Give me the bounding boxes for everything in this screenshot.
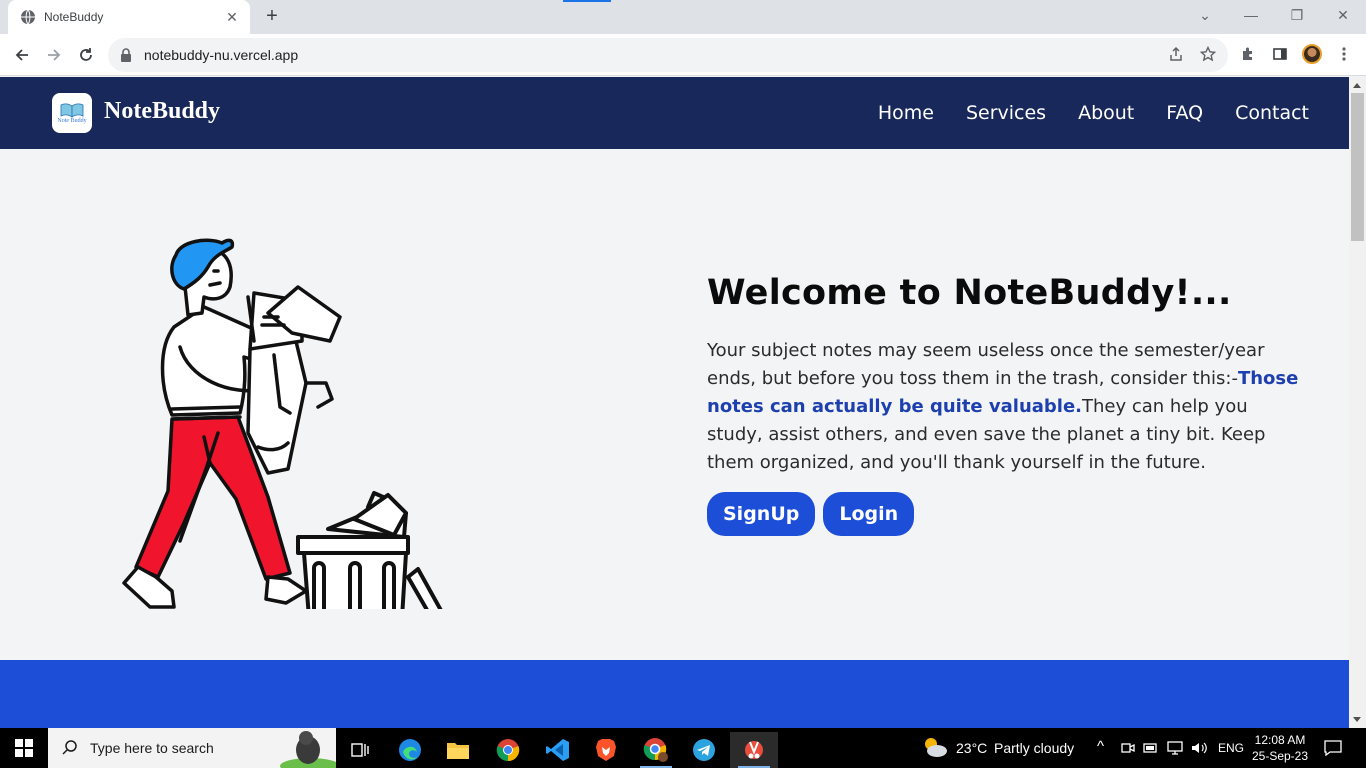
scroll-down-arrow[interactable]: [1353, 717, 1361, 722]
gorilla-icon: [280, 731, 336, 768]
page-scrollbar[interactable]: [1349, 77, 1366, 728]
login-button[interactable]: Login: [823, 492, 915, 536]
hero-text-block: Welcome to NoteBuddy!... Your subject no…: [707, 273, 1307, 536]
tab-close-icon[interactable]: ✕: [224, 9, 240, 26]
file-explorer-icon[interactable]: [434, 732, 482, 768]
bookmark-star-icon[interactable]: [1196, 42, 1220, 66]
signup-button[interactable]: SignUp: [707, 492, 816, 536]
nav-link-about[interactable]: About: [1078, 102, 1134, 124]
volume-icon[interactable]: [1191, 741, 1207, 755]
logo-text: Note Buddy: [57, 118, 87, 124]
page-viewport: Note Buddy NoteBuddy Home Services About…: [0, 77, 1349, 728]
hero-title: Welcome to NoteBuddy!...: [707, 273, 1232, 313]
tab-strip-accent: [563, 0, 611, 2]
show-hidden-icons-icon[interactable]: ^: [1097, 738, 1104, 755]
hero-illustration: [122, 238, 443, 609]
task-view-icon[interactable]: [336, 732, 384, 768]
clock-time: 12:08 AM: [1254, 733, 1306, 747]
nav-link-home[interactable]: Home: [878, 102, 934, 124]
hero-description-part1: Your subject notes may seem useless once…: [707, 340, 1265, 389]
weather-description[interactable]: Partly cloudy: [994, 740, 1074, 756]
forward-icon[interactable]: [42, 43, 66, 67]
chrome-profile-icon[interactable]: [632, 732, 680, 768]
open-book-icon: [60, 103, 84, 118]
profile-avatar[interactable]: [1300, 42, 1324, 66]
site-logo[interactable]: Note Buddy: [52, 93, 92, 133]
search-icon: [62, 740, 77, 755]
start-button[interactable]: [0, 728, 48, 768]
brand-name[interactable]: NoteBuddy: [104, 98, 220, 125]
weather-temperature[interactable]: 23°C: [956, 740, 987, 756]
windows-logo-icon: [15, 739, 33, 757]
address-bar[interactable]: notebuddy-nu.vercel.app: [108, 38, 1228, 72]
snipping-tool-icon[interactable]: [730, 732, 778, 768]
share-icon[interactable]: [1164, 42, 1188, 66]
extensions-icon[interactable]: [1236, 42, 1260, 66]
browser-tab-strip: NoteBuddy ✕ + ⌄ — ❐ ✕: [0, 0, 1366, 34]
avatar: [1302, 44, 1322, 64]
scroll-up-arrow[interactable]: [1353, 83, 1361, 88]
language-indicator[interactable]: ENG: [1218, 741, 1244, 755]
search-placeholder: Type here to search: [90, 740, 214, 756]
nav-link-services[interactable]: Services: [966, 102, 1046, 124]
battery-icon[interactable]: [1143, 742, 1159, 754]
tab-search-icon[interactable]: ⌄: [1182, 0, 1228, 30]
nav-link-faq[interactable]: FAQ: [1166, 102, 1203, 124]
browser-toolbar: notebuddy-nu.vercel.app: [0, 34, 1366, 76]
url-text: notebuddy-nu.vercel.app: [144, 47, 299, 63]
telegram-icon[interactable]: [680, 732, 728, 768]
clock[interactable]: 12:08 AM 25-Sep-23: [1247, 732, 1313, 764]
minimize-button[interactable]: —: [1228, 0, 1274, 30]
window-close-button[interactable]: ✕: [1320, 0, 1366, 30]
hero-description: Your subject notes may seem useless once…: [707, 337, 1302, 477]
browser-tab[interactable]: NoteBuddy ✕: [8, 0, 250, 34]
network-icon[interactable]: [1167, 741, 1183, 755]
vscode-icon[interactable]: [534, 732, 582, 768]
back-icon[interactable]: [10, 43, 34, 67]
restore-button[interactable]: ❐: [1274, 0, 1320, 30]
nav-link-contact[interactable]: Contact: [1235, 102, 1309, 124]
hero-actions: SignUp Login: [707, 492, 1307, 536]
site-navbar: Note Buddy NoteBuddy Home Services About…: [0, 77, 1349, 149]
brave-icon[interactable]: [582, 732, 630, 768]
new-tab-button[interactable]: +: [260, 5, 284, 29]
clock-date: 25-Sep-23: [1251, 749, 1309, 763]
globe-icon: [21, 9, 35, 25]
edge-icon[interactable]: [386, 732, 434, 768]
weather-partly-cloudy-icon: [925, 738, 947, 757]
scrollbar-thumb[interactable]: [1351, 93, 1364, 241]
lock-icon: [121, 48, 131, 62]
chrome-icon[interactable]: [484, 732, 532, 768]
side-panel-icon[interactable]: [1268, 42, 1292, 66]
meet-now-icon[interactable]: [1121, 741, 1135, 755]
tab-title: NoteBuddy: [44, 10, 104, 24]
main-menu: Home Services About FAQ Contact: [878, 102, 1309, 124]
menu-kebab-icon[interactable]: [1332, 42, 1356, 66]
notification-center-icon[interactable]: [1324, 740, 1342, 756]
next-section-band: [0, 660, 1349, 728]
reload-icon[interactable]: [74, 43, 98, 67]
windows-taskbar: Type here to search 23°C Partly cloudy ^: [0, 728, 1366, 768]
taskbar-search-box[interactable]: Type here to search: [48, 728, 336, 768]
